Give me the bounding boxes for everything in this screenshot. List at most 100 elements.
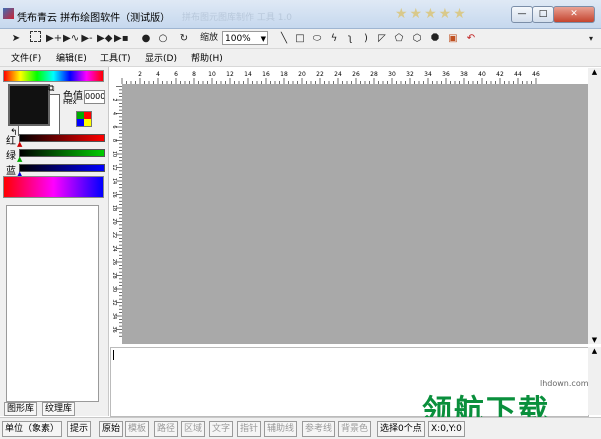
hex-input[interactable]: 0000 [84,90,105,104]
ruler-label: 22 [316,71,324,78]
status-text[interactable]: 文字 [209,421,234,437]
ruler-label: 10 [111,151,117,157]
ruler-label: 18 [280,71,288,78]
ruler-label: 30 [111,286,117,292]
watermark-logo: lhdown.com 领航下载 [418,378,600,429]
node-icon[interactable]: ▶▪ [114,31,128,46]
ruler-label: 42 [496,71,504,78]
status-bar: 单位（象素） 提示 原始 模板 路径 区域 文字 指针 辅助线 参考线 背景色 … [0,417,601,439]
s-curve-icon[interactable]: ʅ [344,31,356,46]
ruler-label: 6 [174,71,178,78]
status-template[interactable]: 模板 [125,421,150,437]
status-reference-line[interactable]: 参考线 [302,421,336,437]
canvas-vertical-scrollbar[interactable]: ▲ ▼ [588,68,601,344]
ruler-label: 26 [352,71,360,78]
toolbar-overflow-icon[interactable]: ▾ [586,31,596,46]
select-arrow-icon[interactable]: ➤ [11,31,21,46]
ruler-label: 12 [226,71,234,78]
drawing-canvas[interactable] [122,84,588,344]
pentagon-icon[interactable]: ⬠ [392,31,406,46]
library-list[interactable] [6,205,99,402]
ruler-label: 28 [111,272,117,278]
status-region[interactable]: 区域 [181,421,206,437]
green-label: 绿 [6,151,16,162]
close-button[interactable]: ✕ [553,6,595,23]
arc-icon[interactable]: ) [360,31,372,46]
status-guideline[interactable]: 辅助线 [264,421,298,437]
minimize-button[interactable]: — [511,6,533,23]
ruler-label: 20 [298,71,306,78]
ruler-label: 36 [442,71,450,78]
ruler-label: 28 [370,71,378,78]
fill-icon[interactable]: ▣ [446,31,460,46]
rotate-icon[interactable]: ↻ [178,31,190,46]
marquee-icon[interactable] [29,31,41,46]
menu-bar: 文件(F) 编辑(E) 工具(T) 显示(D) 帮助(H) [0,49,601,67]
status-path[interactable]: 路径 [154,421,179,437]
status-hint: 提示 [67,421,92,437]
blue-label: 蓝 [6,166,16,177]
top-ruler: 2 4 6 8 10 12 14 16 18 20 22 24 26 28 30 32 34 36 38 40 42 44… [118,70,588,84]
status-coordinates: X:0,Y:0 [428,421,465,437]
hex-label: Hex [63,98,77,106]
convert-point-icon[interactable]: ▶◆ [97,31,112,46]
color-picker-icon[interactable] [76,111,92,127]
menu-view[interactable]: 显示(D) [145,51,177,64]
ruler-label: 8 [192,71,196,78]
ruler-label: 6 [111,125,117,128]
line-icon[interactable]: ╲ [278,31,290,46]
move-point-icon[interactable]: ▶+ [46,31,62,46]
zoom-in-icon[interactable]: ● [140,31,152,46]
green-slider[interactable] [19,149,105,157]
ruler-label: 14 [244,71,252,78]
toolbar: ➤ ▶+ ▶∿ ▶- ▶◆ ▶▪ ● ○ ↻ 缩放 100% ▼ ╲ □ ⬭ ϟ… [0,29,601,49]
left-ruler: 2 4 6 8 10 12 14 16 18 20 22 24 26 28 30 32 34 36 [110,84,122,344]
swap-colors-icon[interactable]: ⧉ [48,84,54,94]
faded-star-rating-icon: ★★★★★ [395,6,468,22]
red-slider-handle[interactable]: ▲ [17,140,22,148]
menu-tools[interactable]: 工具(T) [100,51,131,64]
ruler-label: 40 [478,71,486,78]
foreground-color-swatch[interactable] [8,84,50,126]
status-original[interactable]: 原始 [99,421,124,437]
blue-slider[interactable] [19,164,105,172]
faded-background-title: 拼布图元图库制作 工具 1.0 [182,13,293,23]
tab-shape-library[interactable]: 图形库 [4,402,38,416]
hue-bar[interactable] [3,70,104,82]
scroll-down-icon[interactable]: ▼ [588,336,601,344]
ruler-label: 24 [334,71,342,78]
delete-point-icon[interactable]: ▶- [80,31,94,46]
ruler-label: 36 [111,326,117,332]
text-cursor [113,350,114,360]
ellipse-icon[interactable]: ⬭ [310,31,324,46]
scroll-up-icon[interactable]: ▲ [588,68,601,76]
ruler-label: 4 [156,71,160,78]
ruler-label: 14 [111,178,117,184]
zoom-out-icon[interactable]: ○ [156,31,170,46]
polygon-icon[interactable]: ⬡ [410,31,424,46]
ruler-label: 32 [406,71,414,78]
ruler-label: 2 [111,98,117,101]
title-bar: 凭布青云 拼布绘图软件（测试版） 拼布图元图库制作 工具 1.0 ★★★★★ —… [0,0,601,29]
status-pointer[interactable]: 指针 [237,421,262,437]
octagon-icon[interactable]: ⯃ [428,31,442,46]
menu-edit[interactable]: 编辑(E) [56,51,87,64]
ruler-label: 8 [111,139,117,142]
menu-file[interactable]: 文件(F) [11,51,41,64]
editor-scroll-up-icon[interactable]: ▲ [588,347,601,355]
undo-icon[interactable]: ↶ [464,31,478,46]
zigzag-icon[interactable]: ϟ [328,31,340,46]
menu-help[interactable]: 帮助(H) [191,51,223,64]
triangle-icon[interactable]: ◸ [376,31,388,46]
status-background-color[interactable]: 背景色 [338,421,372,437]
green-slider-handle[interactable]: ▲ [17,155,22,163]
gradient-strip[interactable] [3,176,104,198]
tab-texture-library[interactable]: 纹理库 [42,402,76,416]
add-point-icon[interactable]: ▶∿ [63,31,79,46]
rectangle-icon[interactable]: □ [294,31,306,46]
app-icon [3,8,14,19]
red-slider[interactable] [19,134,105,142]
maximize-button[interactable]: □ [532,6,554,23]
status-unit: 单位（象素） [2,421,63,437]
zoom-select[interactable]: 100% ▼ [222,31,268,45]
